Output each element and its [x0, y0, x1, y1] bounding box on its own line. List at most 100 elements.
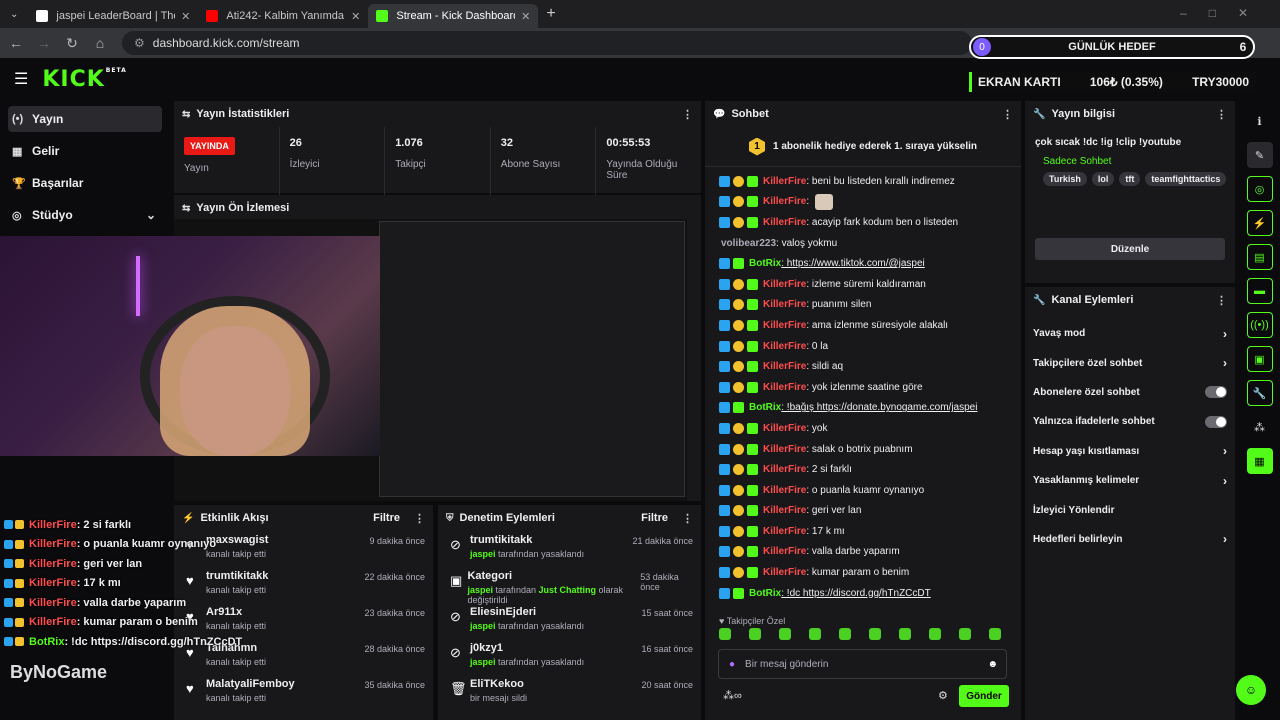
emote-button[interactable] [839, 628, 851, 640]
chat-username[interactable]: KillerFire [763, 279, 806, 290]
chat-username[interactable]: KillerFire [763, 464, 806, 475]
chat-username[interactable]: KillerFire [763, 444, 806, 455]
chat-username[interactable]: BotRix [749, 588, 781, 599]
chat-username[interactable]: KillerFire [763, 546, 806, 557]
emote-button[interactable] [809, 628, 821, 640]
close-tab-icon[interactable]: ✕ [181, 10, 190, 23]
pinned-gift-banner[interactable]: 1 1 abonelik hediye ederek 1. sıraya yüks… [705, 127, 1021, 167]
points-icon[interactable]: ⁂∞ [723, 689, 742, 702]
chat-username[interactable]: KillerFire [763, 176, 806, 187]
moderation-item[interactable]: ▣ Kategori jaspei tarafından Just Chatting… [438, 567, 701, 605]
chevron-right-icon[interactable]: › [1223, 474, 1227, 488]
channel-action-item[interactable]: Yalnızca ifadelerle sohbet [1025, 407, 1235, 436]
activity-item[interactable]: ♥ MalatyaliFemboy kanalı takip etti 35 daki… [174, 675, 433, 711]
moderation-item[interactable]: ⊘ EliesinEjderi jaspei tarafından yasaklan… [438, 603, 701, 639]
emote-button[interactable] [719, 628, 731, 640]
toggle-switch[interactable] [1205, 386, 1227, 399]
channel-action-item[interactable]: Takipçilere özel sohbet › [1025, 348, 1235, 377]
clapper-icon[interactable]: ▦ [1246, 448, 1273, 474]
help-chat-button[interactable]: ☺ [1236, 675, 1266, 705]
toggle-switch[interactable] [1205, 415, 1227, 428]
tag-pill[interactable]: Turkish [1043, 172, 1087, 186]
notes-icon[interactable]: ▤ [1246, 244, 1273, 270]
sidebar-item-0[interactable]: (•) Yayın [8, 106, 162, 132]
chat-username[interactable]: KillerFire [763, 299, 806, 310]
chevron-right-icon[interactable]: › [1223, 532, 1227, 546]
chat-username[interactable]: KillerFire [763, 361, 806, 372]
chat-text[interactable]: : https://www.tiktok.com/@jaspei [781, 258, 925, 269]
channel-action-item[interactable]: Hedefleri belirleyin › [1025, 525, 1235, 554]
edit-icon[interactable]: ✎ [1246, 142, 1273, 168]
edit-button[interactable]: Düzenle [1035, 238, 1225, 260]
tab-search-icon[interactable]: ⌄ [10, 9, 18, 20]
info-icon[interactable]: ℹ [1247, 108, 1273, 134]
chat-username[interactable]: KillerFire [763, 567, 806, 578]
category-name[interactable]: Sadece Sohbet [1043, 156, 1226, 167]
chevron-right-icon[interactable]: › [1223, 327, 1227, 341]
emote-button[interactable] [869, 628, 881, 640]
broadcast-icon[interactable]: ((•)) [1246, 312, 1273, 338]
group-icon[interactable]: ⁂ [1247, 414, 1273, 440]
chat-username[interactable]: KillerFire [763, 196, 806, 207]
moderation-item[interactable]: 🗑 EliTKekoo bir mesajı sildi 20 saat önce [438, 675, 701, 711]
browser-tab[interactable]: Ati242- Kalbim Yanımda (Of ✕ [198, 4, 368, 28]
chevron-right-icon[interactable]: › [1223, 356, 1227, 370]
tag-pill[interactable]: lol [1091, 172, 1115, 186]
more-icon[interactable]: ⋮ [1002, 108, 1013, 121]
channel-action-item[interactable]: İzleyici Yönlendir [1025, 495, 1235, 524]
sidebar-item-3[interactable]: ◎ Stüdyo ⌄ [8, 202, 162, 228]
chat-username[interactable]: BotRix [749, 258, 781, 269]
chevron-right-icon[interactable]: › [1223, 444, 1227, 458]
channel-action-item[interactable]: Yavaş mod › [1025, 319, 1235, 348]
moderation-item[interactable]: ⊘ trumtikitakk jaspei tarafından yasakland… [438, 531, 701, 567]
more-icon[interactable]: ⋮ [682, 108, 693, 121]
chat-username[interactable]: KillerFire [763, 382, 806, 393]
site-info-icon[interactable]: ⚙ [134, 36, 145, 50]
kick-logo[interactable]: KICKBETA [42, 67, 126, 92]
emote-button[interactable] [779, 628, 791, 640]
filter-button[interactable]: Filtre [641, 512, 668, 524]
emote-button[interactable] [929, 628, 941, 640]
mic-icon[interactable]: ● [729, 659, 735, 670]
close-tab-icon[interactable]: ✕ [521, 10, 530, 23]
channel-action-item[interactable]: Abonelere özel sohbet [1025, 378, 1235, 407]
chat-username[interactable]: KillerFire [763, 320, 806, 331]
reload-icon[interactable]: ↻ [60, 35, 84, 52]
more-icon[interactable]: ⋮ [414, 512, 425, 525]
chat-username[interactable]: KillerFire [763, 217, 806, 228]
chat-text[interactable]: : !dc https://discord.gg/hTnZCcDT [781, 588, 931, 599]
sidebar-item-2[interactable]: 🏆 Başarılar [8, 170, 162, 196]
tag-pill[interactable]: tft [1119, 172, 1141, 186]
channel-action-item[interactable]: Hesap yaşı kısıtlaması › [1025, 437, 1235, 466]
emote-button[interactable] [959, 628, 971, 640]
chat-text[interactable]: : !bağış https://donate.bynogame.com/jas… [781, 402, 977, 413]
chevron-down-icon[interactable]: ⌄ [146, 208, 156, 222]
browser-tab[interactable]: jaspei LeaderBoard | The best C ✕ [28, 4, 198, 28]
more-icon[interactable]: ⋮ [682, 512, 693, 525]
browser-tab[interactable]: Stream - Kick Dashboard ✕ [368, 4, 539, 28]
clip-icon[interactable]: ◎ [1246, 176, 1273, 202]
moderation-item[interactable]: ⊘ j0kzy1 jaspei tarafından yasaklandı 16 sa… [438, 639, 701, 675]
home-icon[interactable]: ⌂ [88, 35, 112, 51]
emote-button[interactable] [749, 628, 761, 640]
settings-gear-icon[interactable]: ⚙ [938, 689, 948, 702]
close-tab-icon[interactable]: ✕ [351, 10, 360, 23]
chat-username[interactable]: KillerFire [763, 505, 806, 516]
chat-username[interactable]: BotRix [749, 402, 781, 413]
chat-icon[interactable]: ▬ [1246, 278, 1273, 304]
wrench-icon[interactable]: 🔧 [1246, 380, 1273, 406]
chat-input[interactable]: ● Bir mesaj gönderin ☻ [718, 649, 1007, 679]
back-icon[interactable]: ← [4, 35, 28, 51]
more-icon[interactable]: ⋮ [1216, 108, 1227, 121]
chat-username[interactable]: KillerFire [763, 341, 806, 352]
tag-pill[interactable]: teamfighttactics [1145, 172, 1227, 186]
bolt-icon[interactable]: ⚡ [1246, 210, 1273, 236]
url-field[interactable]: ⚙ dashboard.kick.com/stream [122, 31, 972, 55]
channel-action-item[interactable]: Yasaklanmış kelimeler › [1025, 466, 1235, 495]
more-icon[interactable]: ⋮ [1216, 294, 1227, 307]
chat-username[interactable]: KillerFire [763, 526, 806, 537]
layout-icon[interactable]: ▣ [1246, 346, 1273, 372]
sidebar-item-1[interactable]: ▦ Gelir [8, 138, 162, 164]
emoji-icon[interactable]: ☻ [987, 659, 998, 670]
emote-button[interactable] [989, 628, 1001, 640]
